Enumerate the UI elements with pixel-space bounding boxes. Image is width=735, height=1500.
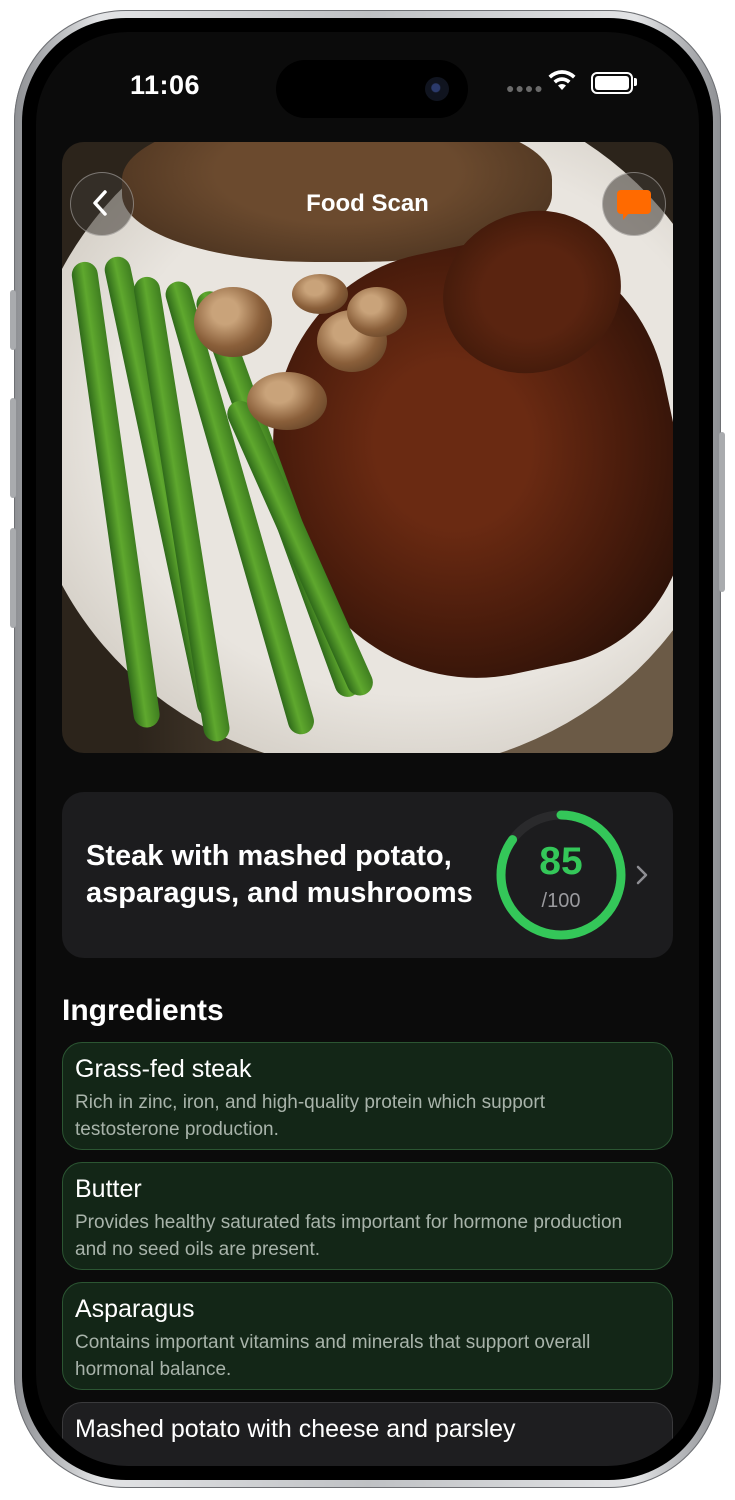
ingredient-name: Asparagus xyxy=(75,1295,195,1323)
battery-icon xyxy=(591,72,633,94)
mushroom-image xyxy=(247,372,327,430)
ingredient-name: Mashed potato with cheese and parsley xyxy=(75,1415,516,1443)
score-max: /100 xyxy=(541,890,581,912)
chat-bubble-tail xyxy=(623,212,630,220)
meal-name: Steak with mashed potato, asparagus, and… xyxy=(86,840,473,909)
status-time: 11:06 xyxy=(130,70,201,100)
chevron-right-icon xyxy=(636,865,648,885)
page-title: Food Scan xyxy=(306,190,429,217)
score-value: 85 xyxy=(539,840,583,883)
ingredient-card[interactable]: Asparagus Contains important vitamins an… xyxy=(62,1282,673,1390)
front-camera-icon xyxy=(425,77,449,101)
volume-up-button xyxy=(10,398,16,498)
back-button[interactable] xyxy=(70,172,134,236)
battery-cap xyxy=(634,78,637,86)
mushroom-image xyxy=(292,274,348,314)
ingredient-name: Grass-fed steak xyxy=(75,1055,252,1083)
ingredient-description: Rich in zinc, iron, and high-quality pro… xyxy=(75,1092,545,1140)
ingredient-description: Provides healthy saturated fats importan… xyxy=(75,1212,623,1260)
cellular-signal-icon: ●●●● xyxy=(506,80,544,96)
ingredient-card[interactable]: Butter Provides healthy saturated fats i… xyxy=(62,1162,673,1270)
mushroom-image xyxy=(194,287,272,357)
ingredient-card[interactable]: Mashed potato with cheese and parsley xyxy=(62,1402,673,1466)
chat-bubble-icon xyxy=(617,190,651,214)
ingredient-card[interactable]: Grass-fed steak Rich in zinc, iron, and … xyxy=(62,1042,673,1150)
food-photo xyxy=(62,142,673,753)
wifi-icon xyxy=(548,70,576,90)
action-button xyxy=(10,290,16,350)
meal-score-card[interactable]: Steak with mashed potato, asparagus, and… xyxy=(62,792,673,958)
power-button xyxy=(719,432,725,592)
ingredient-name: Butter xyxy=(75,1175,142,1203)
ingredient-description: Contains important vitamins and minerals… xyxy=(75,1332,591,1380)
chat-button[interactable] xyxy=(602,172,666,236)
chevron-left-icon xyxy=(93,190,107,216)
dynamic-island xyxy=(276,60,468,118)
app-screen: 11:06 ●●●● Food Scan Steak with mashed p… xyxy=(36,32,699,1466)
volume-down-button xyxy=(10,528,16,628)
ingredients-heading: Ingredients xyxy=(62,994,224,1027)
mushroom-image xyxy=(347,287,407,337)
